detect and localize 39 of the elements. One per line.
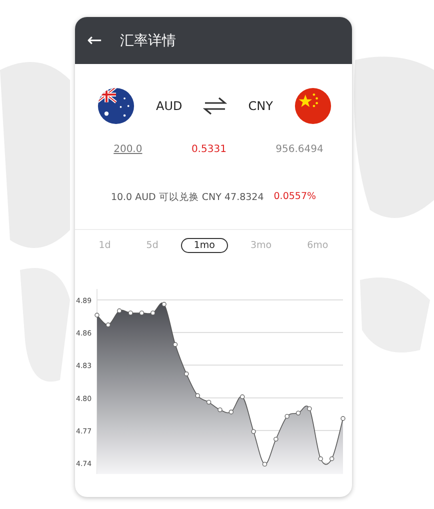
range-tab[interactable]: 1d [86, 238, 124, 253]
exchange-rate: 0.5331 [191, 144, 226, 155]
swap-icon[interactable] [203, 97, 228, 115]
data-point [150, 310, 156, 316]
data-point [240, 394, 245, 400]
to-amount: 956.6494 [276, 144, 324, 155]
data-point [94, 312, 100, 318]
data-point [128, 310, 133, 316]
data-point [307, 406, 312, 412]
data-point [296, 410, 301, 416]
data-point [340, 416, 346, 421]
data-point [274, 436, 278, 442]
data-point [172, 342, 178, 347]
data-point [318, 456, 323, 462]
range-tab[interactable]: 5d [133, 238, 172, 253]
data-point [184, 372, 189, 376]
data-point [251, 429, 256, 434]
data-point [228, 410, 234, 414]
data-point [218, 407, 222, 412]
currency-code: AUD [156, 99, 182, 113]
page-title: 汇率详情 [120, 32, 176, 50]
data-point [206, 400, 212, 405]
currency-code: CNY [248, 99, 273, 113]
from-amount[interactable]: 200.0 [114, 144, 142, 155]
china-flag-icon [294, 87, 332, 125]
data-point [162, 302, 166, 307]
range-tab[interactable]: 3mo [237, 238, 285, 253]
data-point [117, 308, 122, 314]
change-percent: 0.0557% [274, 191, 316, 204]
back-button[interactable]: ← [87, 30, 102, 51]
data-point [329, 456, 334, 462]
data-point [106, 322, 111, 328]
data-point [139, 310, 144, 316]
range-tab[interactable]: 6mo [294, 238, 342, 253]
conversion-text: 10.0 AUD 可以兑换 CNY 47.8324 [110, 191, 264, 205]
data-point [262, 462, 268, 467]
data-point [284, 414, 290, 419]
data-point [195, 393, 200, 398]
range-tab[interactable]: 1mo [180, 238, 228, 253]
